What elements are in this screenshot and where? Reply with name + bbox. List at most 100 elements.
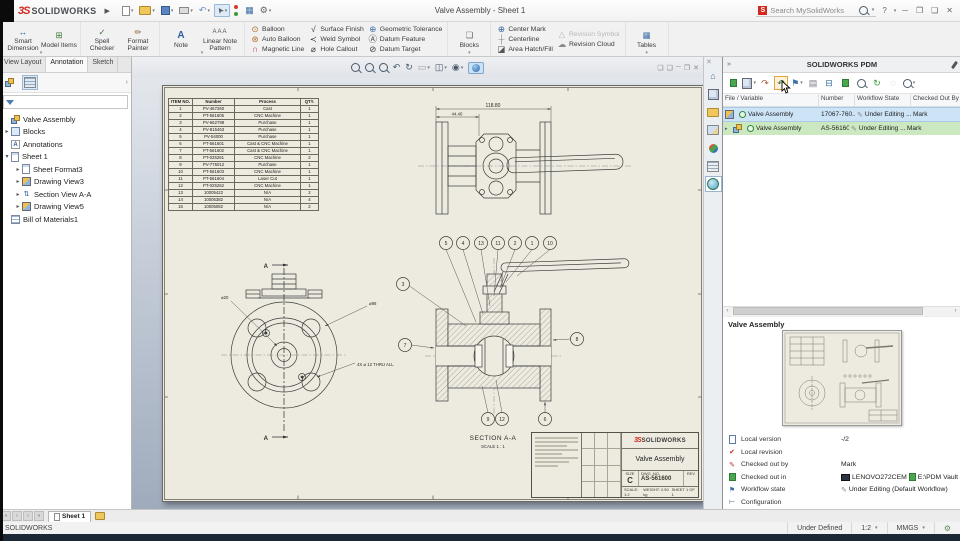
pdm-horizontal-scrollbar[interactable]: ‹ ›	[723, 305, 960, 316]
pdm-search-files-button[interactable]	[854, 76, 868, 90]
auto-balloon-button[interactable]: ⊛ Auto Balloon	[248, 34, 306, 44]
smart-dimension-button[interactable]: ↔ Smart Dimension	[5, 26, 41, 52]
drawing-viewport[interactable]: 118.80 44.40 A A ⌀20 ⌀98 4X ⌀ 12 THRU AL…	[132, 78, 703, 509]
area-hatch-fill-button[interactable]: ◪ Area Hatch/Fill	[494, 44, 555, 54]
tree-item-bill-of-materials[interactable]: Bill of Materials1	[0, 213, 131, 226]
balloon[interactable]: 2	[514, 241, 517, 247]
dimension-group-caret[interactable]: ▾	[40, 50, 43, 56]
tree-item-blocks[interactable]: ▸ Blocks	[0, 126, 131, 139]
pdm-file-row[interactable]: ▸Valve Assembly AS-561600 ✎Under Editing…	[723, 122, 960, 135]
restore-button[interactable]: ❐	[914, 6, 925, 15]
blocks-button[interactable]: ❏ Blocks	[451, 30, 487, 49]
taskpane-appearances-tab[interactable]	[705, 140, 722, 156]
balloon[interactable]: 10	[547, 241, 553, 247]
next-sheet-icon[interactable]: ›	[23, 511, 33, 521]
display-style-button[interactable]: ◫ ▾	[435, 62, 447, 73]
last-sheet-icon[interactable]: »	[34, 511, 44, 521]
tree-item-section-view[interactable]: ▸ ⇅ Section View A-A	[0, 188, 131, 201]
edit-appearance-button[interactable]	[468, 61, 485, 74]
prev-sheet-icon[interactable]: ‹	[12, 511, 22, 521]
file-properties-button[interactable]: ▦	[243, 4, 256, 17]
doc-restore-icon[interactable]: ❐	[684, 64, 690, 72]
zoom-to-area-button[interactable]	[364, 63, 374, 72]
tree-item-sheet1[interactable]: ▾ Sheet 1	[0, 151, 131, 164]
expand-icon[interactable]: ▸	[725, 126, 731, 132]
taskpane-custom-properties-tab[interactable]	[705, 158, 722, 174]
balloon[interactable]: 6	[544, 417, 547, 423]
note-button[interactable]: A Note	[163, 30, 199, 49]
weld-symbol-button[interactable]: ≺ Weld Symbol	[306, 34, 365, 44]
pdm-search-dropdown[interactable]: ▾	[902, 76, 916, 90]
balloon[interactable]: 3	[402, 282, 405, 288]
status-sheet-scale[interactable]: 1:2 ▾	[851, 522, 886, 534]
od-label[interactable]: ⌀98	[369, 301, 377, 306]
spell-checker-button[interactable]: ✓ Spell Checker	[84, 26, 120, 52]
hole-callout-button[interactable]: ⌀ Hole Callout	[306, 44, 365, 54]
search-box[interactable]: S Search MySolidWorks ▾	[756, 5, 877, 17]
scroll-left-icon[interactable]: ‹	[723, 308, 732, 314]
column-checked-out-by[interactable]: Checked Out By	[911, 94, 960, 106]
panel-expand-icon[interactable]: ›	[126, 79, 128, 86]
tree-filter[interactable]	[3, 95, 128, 109]
sheet-tab[interactable]: Sheet 1	[48, 510, 92, 522]
geometric-tolerance-button[interactable]: ⊕ Geometric Tolerance	[366, 24, 445, 34]
menu-flyout-icon[interactable]: ▶	[104, 7, 109, 15]
minimize-button[interactable]: ─	[900, 6, 910, 15]
pdm-data-card-button[interactable]: ▤	[806, 76, 820, 90]
center-mark-button[interactable]: ⊕ Center Mark	[494, 24, 555, 34]
doc-new-window-icon[interactable]: ❏	[657, 64, 663, 72]
front-view[interactable]: 118.80 44.40	[418, 103, 633, 215]
rebuild-button[interactable]	[232, 4, 241, 17]
section-view[interactable]: 5 4 13 11 2 1 10 3 7 8 9 12 6 SECTION A-…	[396, 236, 630, 450]
taskpane-file-explorer-tab[interactable]	[705, 104, 722, 120]
tree-item-drawing-view3[interactable]: ▸ Drawing View3	[0, 176, 131, 189]
tree-item-drawing-view5[interactable]: ▸ Drawing View5	[0, 201, 131, 214]
holes-label[interactable]: 4X ⌀ 12 THRU ALL	[357, 362, 394, 367]
balloon[interactable]: 13	[478, 241, 484, 247]
propertymanager-tab[interactable]	[22, 75, 38, 90]
rotate-view-button[interactable]: ↻	[405, 62, 413, 73]
pdm-options-button[interactable]: ◌	[886, 76, 900, 90]
previous-view-button[interactable]: ↶	[393, 62, 401, 73]
doc-close-icon[interactable]: ✕	[693, 64, 699, 72]
surface-finish-button[interactable]: √ Surface Finish	[306, 24, 365, 34]
pdm-get-latest-button[interactable]	[726, 76, 740, 90]
status-tag-button[interactable]: ⚙	[933, 522, 960, 534]
search-input[interactable]: Search MySolidWorks	[770, 6, 855, 15]
bom-table[interactable]: ITEM NO. Number Process QTY. 1 PV-467260 C…	[168, 98, 319, 211]
taskpane-close-icon[interactable]: ✕	[706, 58, 712, 66]
balloon[interactable]: 4	[462, 241, 465, 247]
zoom-to-fit-button[interactable]	[350, 63, 360, 72]
select-button[interactable]: ➤ ▾	[213, 4, 231, 17]
close-button[interactable]: ✕	[944, 6, 955, 15]
pdm-change-state-button[interactable]: ⚑ ▾	[790, 76, 804, 90]
view-orientation-button[interactable]: ▭ ▾	[418, 62, 430, 73]
taskpane-pdm-tab[interactable]	[704, 176, 722, 192]
tab-annotation[interactable]: Annotation	[46, 57, 89, 72]
tab-sketch[interactable]: Sketch	[88, 57, 119, 72]
pdm-check-out-button[interactable]: ↷	[758, 76, 772, 90]
options-button[interactable]: ⚙ ▾	[258, 4, 274, 17]
magnetic-line-button[interactable]: ∩ Magnetic Line	[248, 44, 306, 54]
open-button[interactable]: ▾	[137, 5, 157, 16]
doc-cascade-icon[interactable]: ❏	[667, 64, 673, 72]
tree-item-sheet-format3[interactable]: ▸ Sheet Format3	[0, 163, 131, 176]
taskpane-design-library-tab[interactable]	[705, 86, 722, 102]
tree-item-valve-assembly[interactable]: Valve Assembly	[0, 113, 131, 126]
column-number[interactable]: Number	[819, 94, 855, 106]
taskpane-home-tab[interactable]: ⌂	[705, 68, 722, 84]
pdm-vault-view-button[interactable]	[838, 76, 852, 90]
pdm-history-button[interactable]: ⊟	[822, 76, 836, 90]
format-painter-button[interactable]: ✏ Format Painter	[120, 26, 156, 52]
pdm-file-row[interactable]: Valve Assembly 17067-760... ✎ Under Editi…	[723, 107, 960, 122]
maximize-button[interactable]: ❏	[929, 6, 940, 15]
balloon[interactable]: 5	[445, 241, 448, 247]
balloon[interactable]: 7	[404, 343, 407, 349]
blocks-group-caret[interactable]: ▾	[468, 50, 471, 56]
help-caret[interactable]: ▾	[894, 8, 897, 14]
flange-view[interactable]: A A ⌀20 ⌀98 4X ⌀ 12 THRU ALL	[221, 263, 394, 442]
scroll-right-icon[interactable]: ›	[951, 308, 960, 314]
balloon[interactable]: 9	[487, 417, 490, 423]
search-scope-caret[interactable]: ▾	[872, 7, 875, 13]
pdm-get-version-button[interactable]: ▾	[742, 76, 756, 90]
